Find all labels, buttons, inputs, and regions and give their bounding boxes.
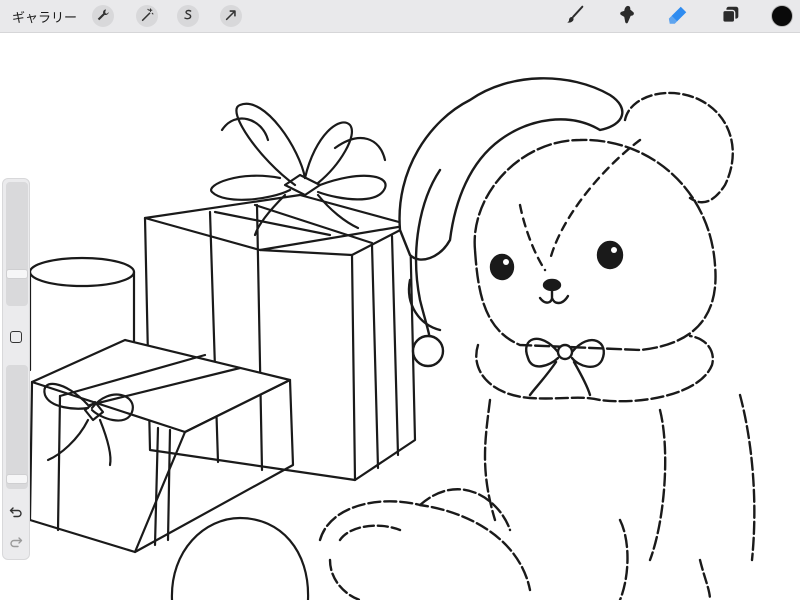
drawing-canvas[interactable] — [0, 33, 800, 600]
eraser-icon — [667, 4, 689, 30]
adjustments-button[interactable] — [136, 5, 158, 27]
actions-button[interactable] — [92, 5, 114, 27]
brush-size-handle[interactable] — [6, 268, 28, 279]
ornament-ball — [170, 516, 310, 600]
eraser-tool-button[interactable] — [665, 4, 691, 30]
opacity-handle[interactable] — [6, 474, 28, 485]
brush-size-slider[interactable] — [6, 182, 28, 306]
smudge-icon — [616, 4, 638, 30]
layers-icon — [720, 4, 742, 30]
opacity-slider[interactable] — [6, 365, 28, 489]
redo-icon — [9, 534, 23, 553]
color-picker-button[interactable] — [771, 5, 793, 27]
magic-wand-icon — [140, 7, 154, 26]
left-sidebar — [2, 178, 30, 560]
redo-button[interactable] — [8, 535, 24, 551]
undo-icon — [9, 504, 23, 523]
procreate-app: ギャラリー — [0, 0, 800, 600]
selection-button[interactable] — [177, 5, 199, 27]
undo-button[interactable] — [8, 505, 24, 521]
wrench-icon — [96, 7, 110, 26]
gallery-button[interactable]: ギャラリー — [12, 7, 77, 26]
top-toolbar: ギャラリー — [0, 0, 800, 33]
selection-icon — [181, 7, 195, 26]
brush-icon — [564, 4, 586, 30]
transform-button[interactable] — [220, 5, 242, 27]
transform-arrow-icon — [224, 7, 238, 26]
modify-square-icon[interactable] — [10, 331, 22, 343]
brush-tool-button[interactable] — [562, 4, 588, 30]
line-art-drawing — [28, 77, 756, 600]
smudge-tool-button[interactable] — [614, 4, 640, 30]
layers-button[interactable] — [718, 4, 744, 30]
large-gift-box — [143, 193, 417, 482]
